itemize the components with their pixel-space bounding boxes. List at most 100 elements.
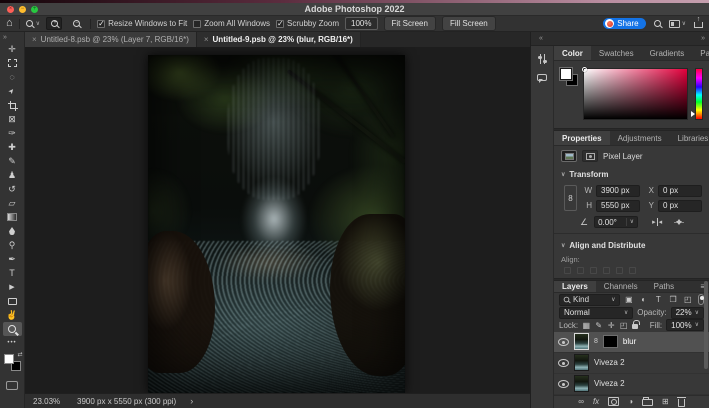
workspace-switcher[interactable]: ∨ [669,20,686,28]
width-field[interactable]: 3900 px [596,185,640,197]
status-doc-info[interactable]: 3900 px x 5550 px (300 ppi) [77,397,176,406]
layer-name[interactable]: Viveza 2 [594,379,625,388]
foreground-color-swatch[interactable] [4,354,14,364]
color-mixer-panel-icon[interactable] [538,54,547,64]
zoom-out-button[interactable]: − [68,17,84,30]
tab-properties[interactable]: Properties [554,131,610,145]
swap-colors-icon[interactable]: ⇄ [17,351,22,358]
status-menu-chevron[interactable]: › [190,396,193,406]
layer-thumbnail[interactable] [574,375,589,392]
link-layers-icon[interactable]: ∞ [578,398,584,406]
edit-toolbar-button[interactable]: ••• [7,340,16,346]
tab-color[interactable]: Color [554,46,591,60]
screen-mode-button[interactable] [6,381,18,390]
fill-dropdown[interactable]: 100% ∨ [666,319,704,331]
history-brush-tool[interactable]: ↺ [3,182,22,196]
lock-position-icon[interactable]: ✛ [607,321,615,330]
y-field[interactable]: 0 px [658,200,702,212]
tools-expand-button[interactable]: » [0,32,24,42]
flip-vertical-button[interactable] [674,217,684,227]
tab-channels[interactable]: Channels [596,281,646,292]
layer-row-viveza2-b[interactable]: Viveza 2 [554,374,709,395]
clone-stamp-tool[interactable]: ♟ [3,168,22,182]
filter-kind-dropdown[interactable]: Kind ∨ [559,294,620,306]
blur-tool[interactable] [3,224,22,238]
scrollbar-thumb[interactable] [704,281,708,369]
blend-mode-dropdown[interactable]: Normal ∨ [559,307,633,319]
tab-swatches[interactable]: Swatches [591,46,642,60]
tab-patterns[interactable]: Patterns [692,46,709,60]
zoom-level-field[interactable]: 100% [345,17,377,30]
layer-row-blur[interactable]: 8 blur [554,332,709,353]
rectangle-tool[interactable] [3,294,22,308]
marquee-tool[interactable] [3,56,22,70]
pen-tool[interactable]: ✒ [3,252,22,266]
document-image[interactable] [148,55,405,393]
pixel-layer-button[interactable] [561,150,577,162]
visibility-eye-icon[interactable] [558,358,569,367]
eraser-tool[interactable]: ▱ [3,196,22,210]
foreground-color-swatch[interactable] [560,68,572,80]
align-left-button[interactable] [564,267,571,274]
frame-tool[interactable]: ⊠ [3,112,22,126]
align-center-h-button[interactable] [577,267,584,274]
tab-adjustments[interactable]: Adjustments [610,131,670,145]
tab-gradients[interactable]: Gradients [642,46,693,60]
lasso-tool[interactable]: ◌ [3,70,22,84]
healing-brush-tool[interactable]: ✚ [3,140,22,154]
gradient-tool[interactable] [3,210,22,224]
opacity-dropdown[interactable]: 22% ∨ [671,307,704,319]
new-group-icon[interactable] [642,399,653,406]
layer-style-fx-icon[interactable]: fx [593,398,599,406]
visibility-eye-icon[interactable] [558,379,569,388]
canvas-pasteboard[interactable] [25,47,530,393]
crop-tool[interactable] [3,98,22,112]
layer-name[interactable]: Viveza 2 [594,358,625,367]
lock-all-icon[interactable] [632,324,638,329]
home-icon[interactable]: ⌂ [6,18,13,29]
align-bottom-button[interactable] [629,267,636,274]
hand-tool[interactable]: ✌ [3,308,22,322]
layer-thumbnail[interactable] [574,333,589,350]
align-top-button[interactable] [603,267,610,274]
export-icon[interactable]: ↑ [694,19,703,28]
fill-screen-button[interactable]: Fill Screen [442,16,496,31]
layer-mask-thumbnail[interactable] [603,335,618,348]
zoom-all-windows-checkbox[interactable]: Zoom All Windows [193,19,270,28]
new-adjustment-layer-icon[interactable]: ◑ [628,398,633,406]
move-tool[interactable]: ✛ [3,42,22,56]
filter-type-layers-icon[interactable]: T [653,295,664,304]
collapse-panels-icon[interactable]: » [701,35,705,42]
hue-ramp[interactable] [695,68,703,120]
type-tool[interactable]: T [3,266,22,280]
color-picker-marker[interactable] [582,67,587,72]
add-layer-mask-icon[interactable] [608,397,619,406]
flip-horizontal-button[interactable]: ▸◂ [652,218,662,226]
object-selection-tool[interactable]: ➤ [3,84,22,98]
fit-screen-button[interactable]: Fit Screen [384,16,436,31]
layer-row-viveza2[interactable]: Viveza 2 [554,353,709,374]
tab-untitled-9[interactable]: × Untitled-9.psb @ 23% (blur, RGB/16*) [197,32,361,47]
search-icon[interactable] [654,20,661,27]
layer-thumbnail[interactable] [574,354,589,371]
hue-slider[interactable] [693,68,703,120]
height-field[interactable]: 5550 px [596,200,640,212]
tab-layers[interactable]: Layers [554,281,596,292]
brush-tool[interactable]: ✎ [3,154,22,168]
filter-pixel-layers-icon[interactable]: ▣ [624,295,635,304]
status-zoom-field[interactable]: 23.03% [33,397,63,406]
lock-image-pixels-icon[interactable]: ✎ [595,321,603,330]
dodge-tool[interactable]: ⚲ [3,238,22,252]
collapse-strip-icon[interactable]: « [539,35,543,42]
close-tab-icon[interactable]: × [204,35,209,44]
link-dimensions-toggle[interactable]: 8 [564,185,577,211]
x-field[interactable]: 0 px [658,185,702,197]
eyedropper-tool[interactable]: ✑ [3,126,22,140]
tab-untitled-8[interactable]: × Untitled-8.psb @ 23% (Layer 7, RGB/16*… [25,32,197,47]
new-layer-icon[interactable]: ⊞ [662,398,669,406]
mask-properties-button[interactable] [582,150,598,162]
rotate-field[interactable]: 0.00° ∨ [594,216,638,228]
close-tab-icon[interactable]: × [32,35,37,44]
align-right-button[interactable] [590,267,597,274]
zoom-in-button[interactable]: + [46,17,62,30]
